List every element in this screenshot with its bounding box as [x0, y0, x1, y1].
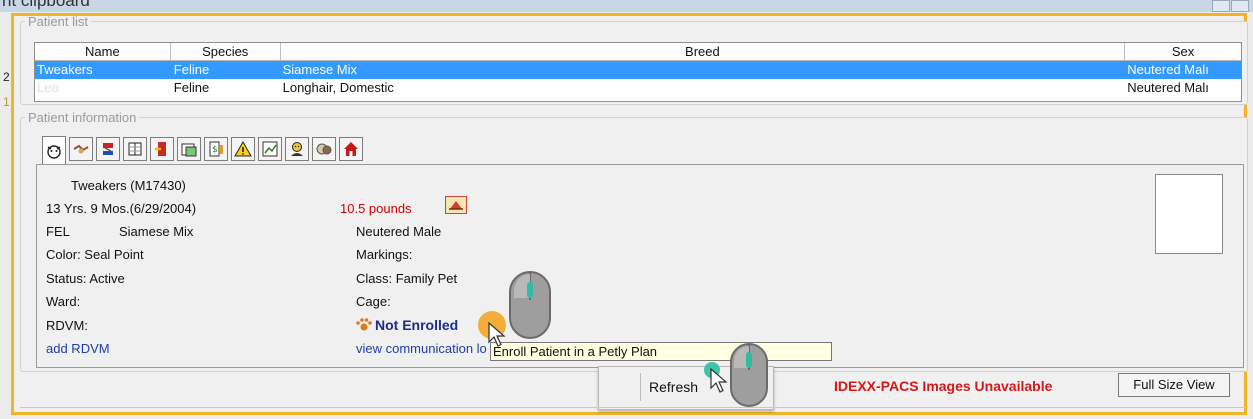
table-row[interactable]: Leo Feline Longhair, Domestic Neutered M…	[35, 79, 1241, 97]
cell-species: Feline	[173, 62, 210, 77]
pacs-status: IDEXX-PACS Images Unavailable	[834, 378, 1053, 394]
mouse-device-icon	[730, 343, 768, 407]
patient-info-panel	[36, 164, 1244, 368]
cell-sex: Neutered Malı	[1127, 62, 1209, 77]
patient-weight: 10.5 pounds	[340, 201, 412, 216]
column-header-breed[interactable]: Breed	[281, 43, 1126, 60]
pets-icon[interactable]	[312, 137, 336, 161]
class-label: Class: Family Pet	[356, 271, 458, 286]
enroll-tooltip: Enroll Patient in a Petly Plan	[490, 342, 832, 361]
color-label: Color: Seal Point	[46, 247, 144, 262]
table-row[interactable]: Tweakers Feline Siamese Mix Neutered Mal…	[35, 61, 1241, 79]
ledger-icon[interactable]	[123, 137, 147, 161]
patient-information-legend: Patient information	[28, 110, 137, 125]
svg-text:$: $	[212, 145, 218, 155]
ward-label: Ward:	[46, 294, 81, 309]
person-icon[interactable]	[285, 137, 309, 161]
chart-icon[interactable]	[258, 137, 282, 161]
table-header: Name Species Breed Sex	[35, 43, 1241, 61]
column-header-sex[interactable]: Sex	[1125, 43, 1241, 60]
left-edge-mark: 1	[3, 95, 10, 109]
mouse-device-icon	[509, 271, 551, 339]
window-title: nt clipboard	[2, 0, 90, 10]
column-header-species[interactable]: Species	[171, 43, 281, 60]
sex-value: Neutered Male	[356, 224, 442, 239]
maximize-button[interactable]	[1231, 0, 1249, 12]
patient-photo[interactable]	[1155, 174, 1223, 254]
minimize-button[interactable]	[1212, 0, 1230, 12]
paw-icon	[356, 318, 372, 331]
syringe-icon[interactable]	[96, 137, 120, 161]
patient-age: 13 Yrs. 9 Mos.(6/29/2004)	[46, 201, 197, 216]
full-size-view-button[interactable]: Full Size View	[1118, 373, 1230, 397]
view-communication-log-link[interactable]: view communication lo	[356, 341, 487, 356]
handshake-icon[interactable]	[69, 137, 93, 161]
door-exit-icon[interactable]	[150, 137, 174, 161]
cage-label: Cage:	[356, 294, 391, 309]
warning-icon[interactable]	[231, 137, 255, 161]
breed-value: Siamese Mix	[119, 224, 194, 239]
mouse-pointer-icon	[710, 368, 728, 393]
patient-info-toolbar: $	[42, 136, 366, 164]
status-label: Status: Active	[46, 271, 125, 286]
paw-head-icon[interactable]	[42, 136, 66, 164]
window-titlebar: nt clipboard	[0, 0, 1253, 12]
cell-name: Tweakers	[37, 62, 93, 77]
cell-species: Feline	[173, 80, 210, 95]
cell-name: Leo	[37, 80, 59, 95]
home-icon[interactable]	[339, 137, 363, 161]
markings-label: Markings:	[356, 247, 413, 262]
species-code: FEL	[46, 224, 70, 239]
rdvm-label: RDVM:	[46, 318, 88, 333]
add-rdvm-link[interactable]: add RDVM	[46, 341, 110, 356]
cell-breed: Siamese Mix	[282, 62, 358, 77]
scale-icon[interactable]	[445, 196, 467, 214]
cell-breed: Longhair, Domestic	[282, 80, 394, 95]
left-edge-mark: 2	[3, 70, 10, 84]
column-header-name[interactable]: Name	[35, 43, 171, 60]
calendar-icon[interactable]	[177, 137, 201, 161]
patient-list-table[interactable]: Name Species Breed Sex Tweakers Feline S…	[34, 42, 1242, 102]
cell-sex: Neutered Malı	[1127, 80, 1209, 95]
patient-list-legend: Patient list	[28, 14, 88, 29]
invoice-icon[interactable]: $	[204, 137, 228, 161]
divider	[20, 407, 1248, 408]
patient-name-id: Tweakers (M17430)	[71, 178, 186, 193]
petly-enroll-link[interactable]: Not Enrolled	[375, 317, 458, 333]
mouse-pointer-icon	[488, 322, 506, 347]
